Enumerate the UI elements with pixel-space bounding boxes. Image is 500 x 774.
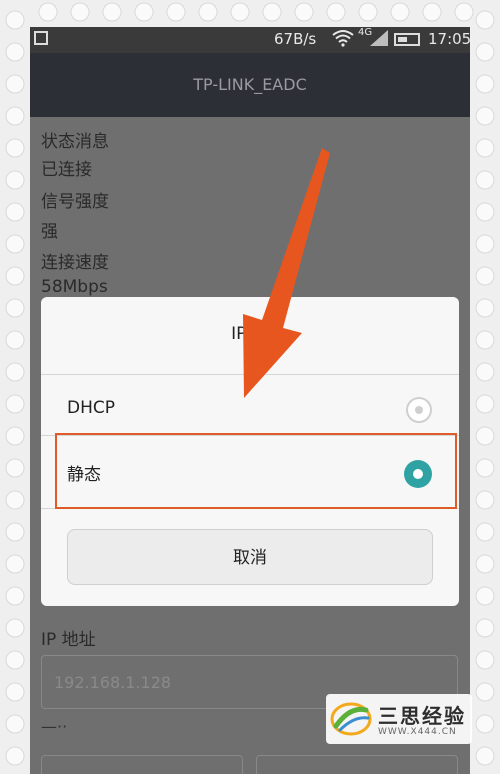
watermark-logo-icon: [330, 702, 372, 736]
watermark-url: WWW.X444.CN: [378, 727, 457, 737]
watermark: 三思经验 WWW.X444.CN: [326, 694, 472, 744]
watermark-text: 三思经验: [378, 704, 466, 728]
annotation-arrow-icon: [243, 148, 330, 398]
